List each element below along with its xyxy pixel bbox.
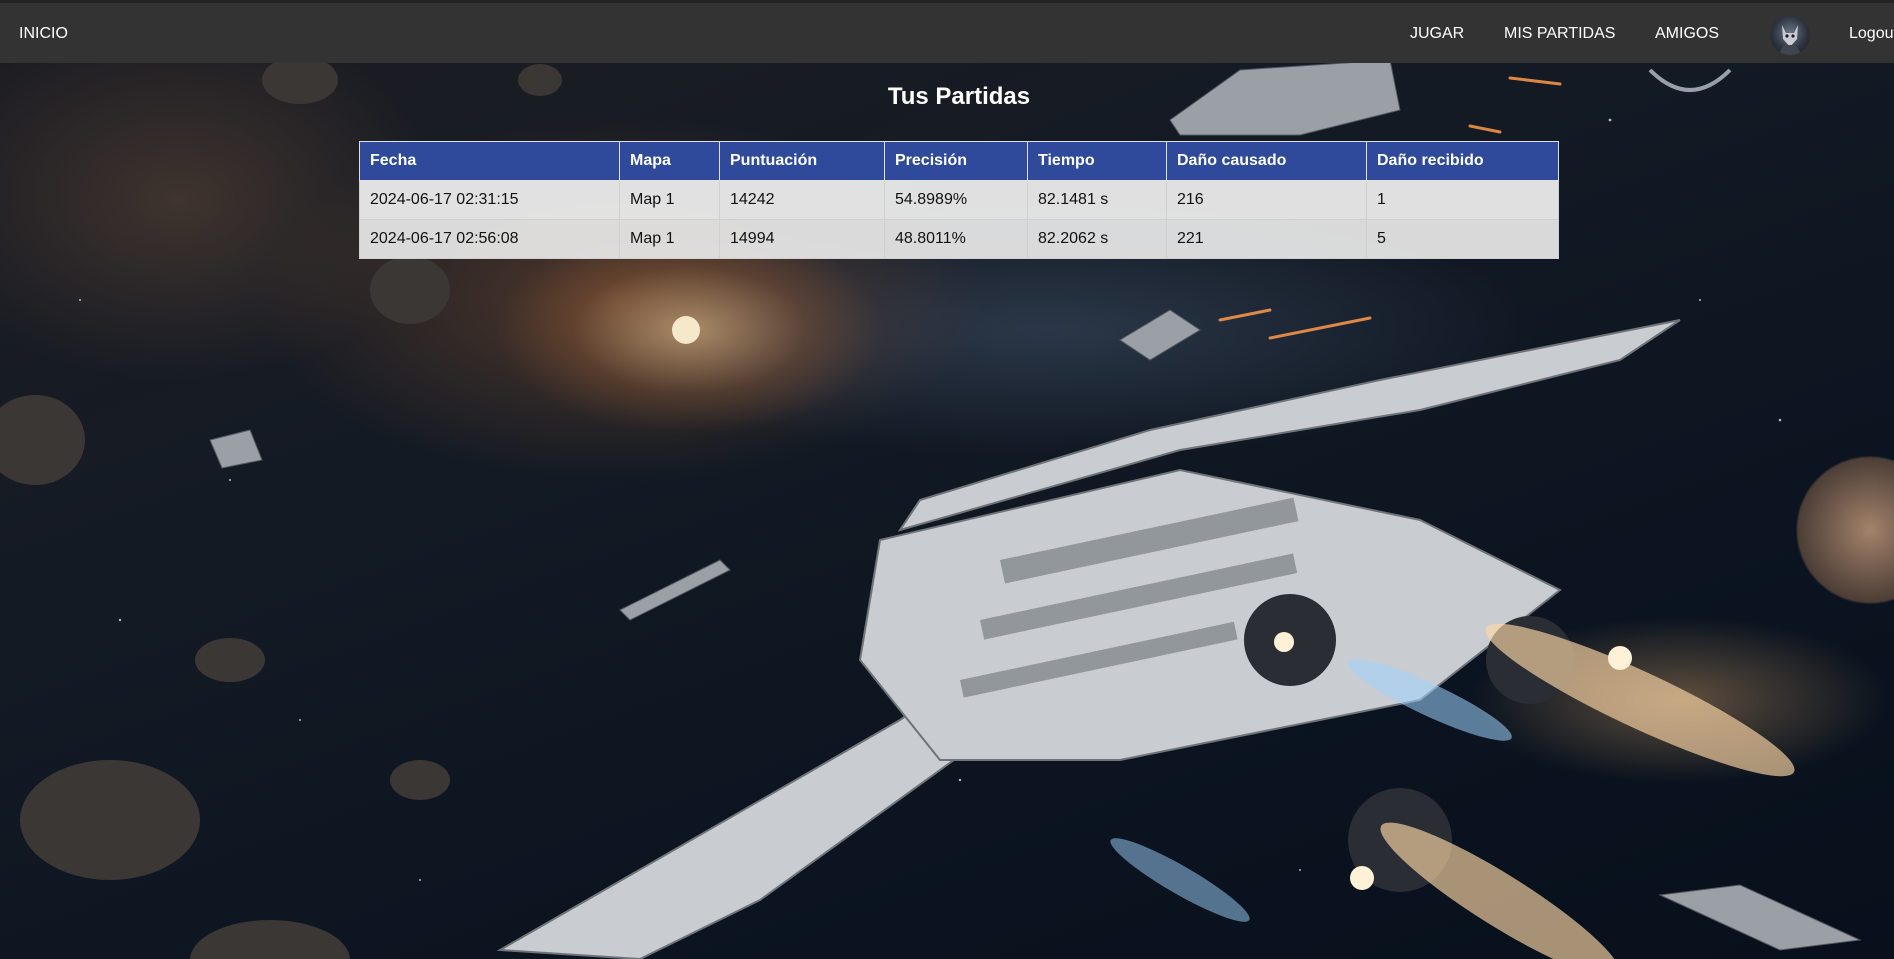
cell-score: 14994 [719, 219, 885, 259]
nav-my-games-link[interactable]: MIS PARTIDAS [1504, 25, 1615, 43]
column-header-date: Fecha [359, 141, 620, 181]
user-avatar[interactable] [1770, 15, 1810, 55]
table-header-row: Fecha Mapa Puntuación Precisión Tiempo D… [359, 141, 1559, 181]
cell-score: 14242 [719, 180, 885, 220]
nav-logout-link[interactable]: Logout [1849, 25, 1894, 43]
cell-damage-received: 1 [1366, 180, 1559, 220]
column-header-damage-received: Daño recibido [1366, 141, 1559, 181]
top-navbar: INICIO JUGAR MIS PARTIDAS AMIGOS Logout [0, 0, 1894, 63]
cell-damage-dealt: 216 [1166, 180, 1367, 220]
table-row: 2024-06-17 02:31:15 Map 1 14242 54.8989%… [359, 180, 1559, 220]
column-header-time: Tiempo [1027, 141, 1167, 181]
column-header-damage-dealt: Daño causado [1166, 141, 1367, 181]
column-header-accuracy: Precisión [884, 141, 1028, 181]
nav-play-link[interactable]: JUGAR [1410, 25, 1464, 43]
cell-date: 2024-06-17 02:56:08 [359, 219, 620, 259]
avatar-portrait-icon [1778, 25, 1802, 55]
cell-accuracy: 54.8989% [884, 180, 1028, 220]
column-header-score: Puntuación [719, 141, 885, 181]
page-title: Tus Partidas [887, 83, 1031, 110]
games-table: Fecha Mapa Puntuación Precisión Tiempo D… [359, 141, 1559, 259]
cell-time: 82.2062 s [1027, 219, 1167, 259]
table-row: 2024-06-17 02:56:08 Map 1 14994 48.8011%… [359, 219, 1559, 259]
column-header-map: Mapa [619, 141, 720, 181]
cell-damage-dealt: 221 [1166, 219, 1367, 259]
nav-friends-link[interactable]: AMIGOS [1655, 25, 1719, 43]
cell-date: 2024-06-17 02:31:15 [359, 180, 620, 220]
cell-time: 82.1481 s [1027, 180, 1167, 220]
cell-accuracy: 48.8011% [884, 219, 1028, 259]
cell-map: Map 1 [619, 219, 720, 259]
nav-home-link[interactable]: INICIO [19, 25, 68, 43]
cell-damage-received: 5 [1366, 219, 1559, 259]
cell-map: Map 1 [619, 180, 720, 220]
